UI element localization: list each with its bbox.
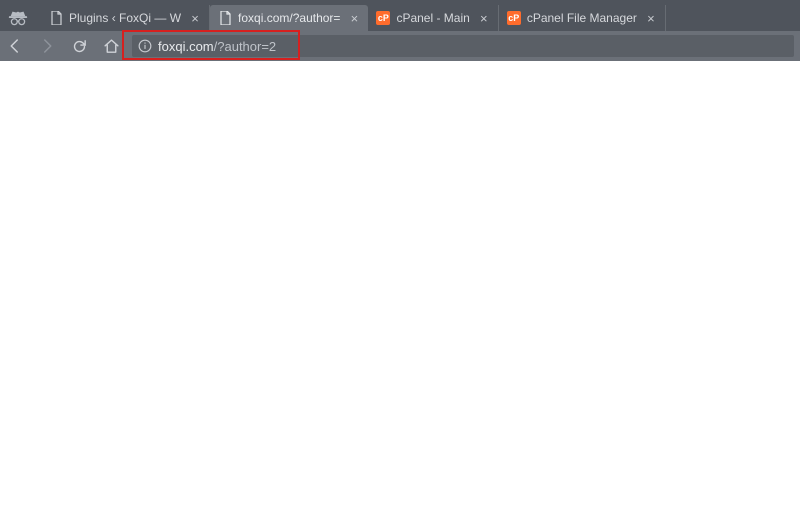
tab-strip: Plugins ‹ FoxQi — W × foxqi.com/?author=… (0, 0, 800, 31)
file-icon (218, 11, 232, 25)
tab-2[interactable]: cP cPanel - Main × (368, 5, 498, 31)
address-bar[interactable]: foxqi.com/?author=2 (132, 35, 794, 57)
close-icon[interactable]: × (189, 12, 201, 24)
toolbar: foxqi.com/?author=2 (0, 31, 800, 61)
tab-title: cPanel - Main (396, 11, 469, 25)
tab-title: Plugins ‹ FoxQi — W (69, 11, 181, 25)
close-icon[interactable]: × (478, 12, 490, 24)
url-host: foxqi.com (158, 39, 214, 54)
url-path: /?author=2 (214, 39, 277, 54)
back-button[interactable] (4, 35, 26, 57)
address-bar-container: foxqi.com/?author=2 (132, 35, 794, 57)
reload-button[interactable] (68, 35, 90, 57)
tab-0[interactable]: Plugins ‹ FoxQi — W × (41, 5, 210, 31)
cpanel-icon: cP (376, 11, 390, 25)
url-text: foxqi.com/?author=2 (158, 39, 276, 54)
page-content (0, 61, 800, 518)
incognito-icon (1, 5, 35, 31)
cpanel-icon: cP (507, 11, 521, 25)
home-button[interactable] (100, 35, 122, 57)
forward-button[interactable] (36, 35, 58, 57)
tab-1[interactable]: foxqi.com/?author= × (210, 5, 368, 31)
close-icon[interactable]: × (348, 12, 360, 24)
new-tab-button[interactable] (670, 13, 688, 31)
site-info-icon[interactable] (138, 39, 152, 53)
close-icon[interactable]: × (645, 12, 657, 24)
tab-title: foxqi.com/?author= (238, 11, 340, 25)
browser-chrome: Plugins ‹ FoxQi — W × foxqi.com/?author=… (0, 0, 800, 61)
file-icon (49, 11, 63, 25)
tab-3[interactable]: cP cPanel File Manager × (499, 5, 666, 31)
tab-title: cPanel File Manager (527, 11, 637, 25)
